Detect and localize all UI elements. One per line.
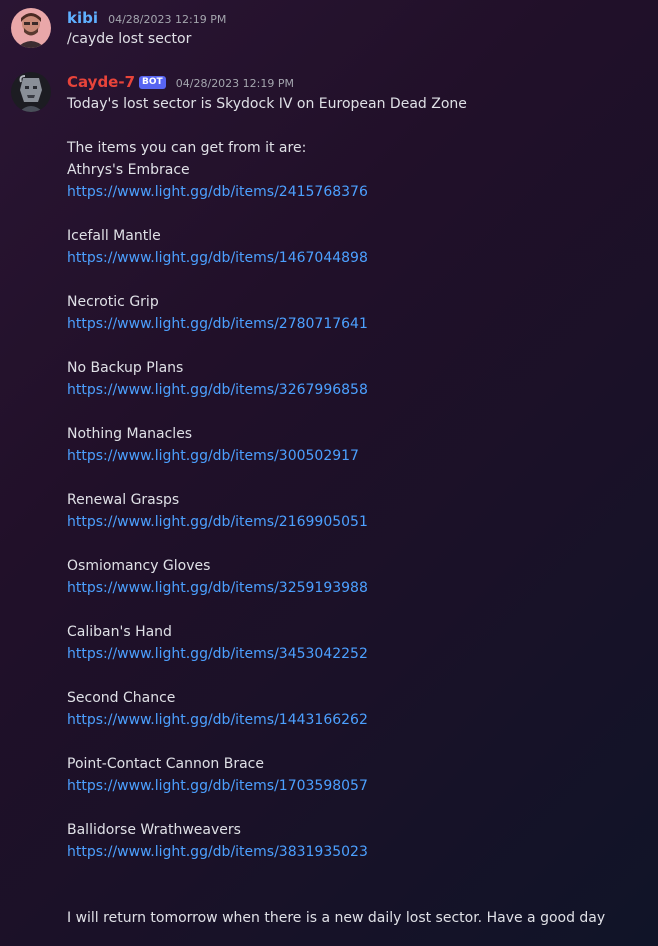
item-name: Second Chance [67, 690, 176, 706]
username[interactable]: Cayde-7 [67, 73, 135, 91]
item-link[interactable]: https://www.light.gg/db/items/2780717641 [67, 314, 368, 334]
item-name: No Backup Plans [67, 360, 184, 376]
item-name: Point-Contact Cannon Brace [67, 756, 264, 772]
item-name: Necrotic Grip [67, 294, 159, 310]
message-header: Cayde-7 BOT 04/28/2023 12:19 PM [67, 72, 294, 92]
item-link[interactable]: https://www.light.gg/db/items/3259193988 [67, 578, 368, 598]
item-link[interactable]: https://www.light.gg/db/items/3453042252 [67, 644, 368, 664]
item-link[interactable]: https://www.light.gg/db/items/3267996858 [67, 380, 368, 400]
item-name: Caliban's Hand [67, 624, 172, 640]
items-heading: The items you can get from it are: [67, 140, 307, 156]
item-name: Renewal Grasps [67, 492, 180, 508]
item-link[interactable]: https://www.light.gg/db/items/1467044898 [67, 248, 368, 268]
item-name: Athrys's Embrace [67, 162, 190, 178]
item-link[interactable]: https://www.light.gg/db/items/1443166262 [67, 710, 368, 730]
item-name: Ballidorse Wrathweavers [67, 822, 241, 838]
item-link[interactable]: https://www.light.gg/db/items/2415768376 [67, 182, 368, 202]
bot-avatar-image [11, 72, 51, 112]
item-name: Nothing Manacles [67, 426, 193, 442]
lost-sector-intro: Today's lost sector is Skydock IV on Eur… [67, 96, 467, 112]
item-name: Osmiomancy Gloves [67, 558, 211, 574]
item-link[interactable]: https://www.light.gg/db/items/1703598057 [67, 776, 368, 796]
item-link[interactable]: https://www.light.gg/db/items/300502917 [67, 446, 359, 466]
message-cayde: Cayde-7 BOT 04/28/2023 12:19 PM Today's l… [0, 0, 658, 946]
item-link[interactable]: https://www.light.gg/db/items/3831935023 [67, 842, 368, 862]
item-link[interactable]: https://www.light.gg/db/items/2169905051 [67, 512, 368, 532]
item-name: Icefall Mantle [67, 228, 161, 244]
bot-badge: BOT [139, 76, 166, 89]
bot-avatar[interactable] [11, 72, 51, 112]
timestamp: 04/28/2023 12:19 PM [175, 77, 294, 90]
outro-text: I will return tomorrow when there is a n… [67, 910, 606, 926]
